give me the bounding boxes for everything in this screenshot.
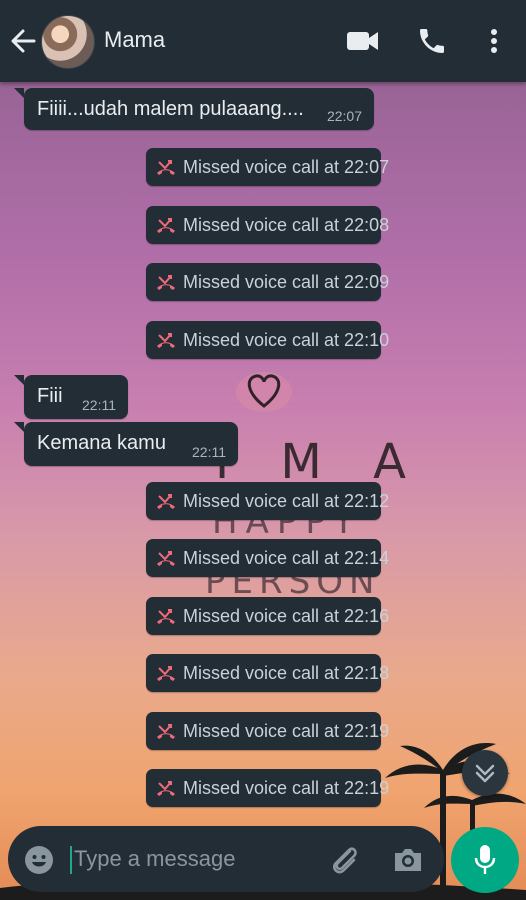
missed-call-notice[interactable]: Missed voice call at 22:09 xyxy=(146,263,389,301)
contact-name[interactable]: Mama xyxy=(104,27,165,53)
voice-call-button[interactable] xyxy=(416,24,448,58)
incoming-message[interactable]: Kemana kamu 22:11 xyxy=(14,422,238,466)
heart-icon xyxy=(236,372,292,412)
contact-avatar[interactable] xyxy=(41,15,95,69)
phone-icon xyxy=(420,29,444,53)
message-text: Fiiii...udah malem pulaaang.... xyxy=(37,98,304,120)
chat-header: Mama xyxy=(0,0,526,82)
missed-call-notice[interactable]: Missed voice call at 22:07 xyxy=(146,148,389,186)
missed-call-icon xyxy=(157,218,175,233)
missed-call-icon xyxy=(157,666,175,681)
missed-call-icon xyxy=(157,724,175,739)
message-text: Kemana kamu xyxy=(37,432,166,454)
missed-call-notice[interactable]: Missed voice call at 22:12 xyxy=(146,482,389,520)
scroll-to-bottom-button[interactable] xyxy=(462,750,508,796)
arrow-left-icon xyxy=(11,29,36,53)
missed-call-label: Missed voice call at 22:10 xyxy=(183,330,390,350)
chevron-double-down-icon xyxy=(475,764,495,783)
missed-call-icon xyxy=(157,781,175,796)
incoming-message[interactable]: Fiiii...udah malem pulaaang.... 22:07 xyxy=(14,88,374,130)
missed-call-label: Missed voice call at 22:12 xyxy=(183,491,390,511)
missed-call-icon xyxy=(157,609,175,624)
missed-call-label: Missed voice call at 22:08 xyxy=(183,215,390,235)
missed-call-label: Missed voice call at 22:19 xyxy=(183,721,390,741)
missed-call-label: Missed voice call at 22:09 xyxy=(183,272,390,292)
videocam-icon xyxy=(347,32,378,50)
missed-call-icon xyxy=(157,275,175,290)
paperclip-icon xyxy=(333,847,357,874)
missed-call-icon xyxy=(157,333,175,348)
missed-call-notice[interactable]: Missed voice call at 22:14 xyxy=(146,539,389,577)
incoming-message[interactable]: Fiii 22:11 xyxy=(14,375,128,419)
microphone-icon xyxy=(474,845,496,874)
missed-call-icon xyxy=(157,494,175,509)
more-options-button[interactable] xyxy=(484,24,504,58)
missed-call-notice[interactable]: Missed voice call at 22:18 xyxy=(146,654,389,692)
missed-call-notice[interactable]: Missed voice call at 22:08 xyxy=(146,206,389,244)
missed-call-label: Missed voice call at 22:14 xyxy=(183,548,390,568)
message-composer xyxy=(8,826,444,892)
message-input[interactable] xyxy=(74,842,314,876)
voice-record-button[interactable] xyxy=(451,827,519,893)
missed-call-label: Missed voice call at 22:16 xyxy=(183,606,390,626)
message-time: 22:11 xyxy=(192,444,226,460)
missed-call-notice[interactable]: Missed voice call at 22:16 xyxy=(146,597,389,635)
text-cursor xyxy=(70,846,72,874)
missed-call-notice[interactable]: Missed voice call at 22:19 xyxy=(146,712,389,750)
back-button[interactable] xyxy=(8,24,38,58)
camera-icon xyxy=(395,849,421,871)
emoji-button[interactable] xyxy=(24,845,54,875)
more-vertical-icon xyxy=(491,29,497,53)
missed-call-notice[interactable]: Missed voice call at 22:19 xyxy=(146,769,389,807)
missed-call-icon xyxy=(157,551,175,566)
missed-call-label: Missed voice call at 22:18 xyxy=(183,663,390,683)
message-time: 22:11 xyxy=(82,397,116,413)
attach-button[interactable] xyxy=(328,843,360,877)
missed-call-icon xyxy=(157,160,175,175)
missed-call-notice[interactable]: Missed voice call at 22:10 xyxy=(146,321,389,359)
missed-call-label: Missed voice call at 22:07 xyxy=(183,157,390,177)
message-text: Fiii xyxy=(37,385,63,407)
message-time: 22:07 xyxy=(326,108,362,124)
missed-call-label: Missed voice call at 22:19 xyxy=(183,778,390,798)
emoji-icon xyxy=(25,846,53,874)
video-call-button[interactable] xyxy=(346,28,380,54)
camera-button[interactable] xyxy=(392,845,424,875)
